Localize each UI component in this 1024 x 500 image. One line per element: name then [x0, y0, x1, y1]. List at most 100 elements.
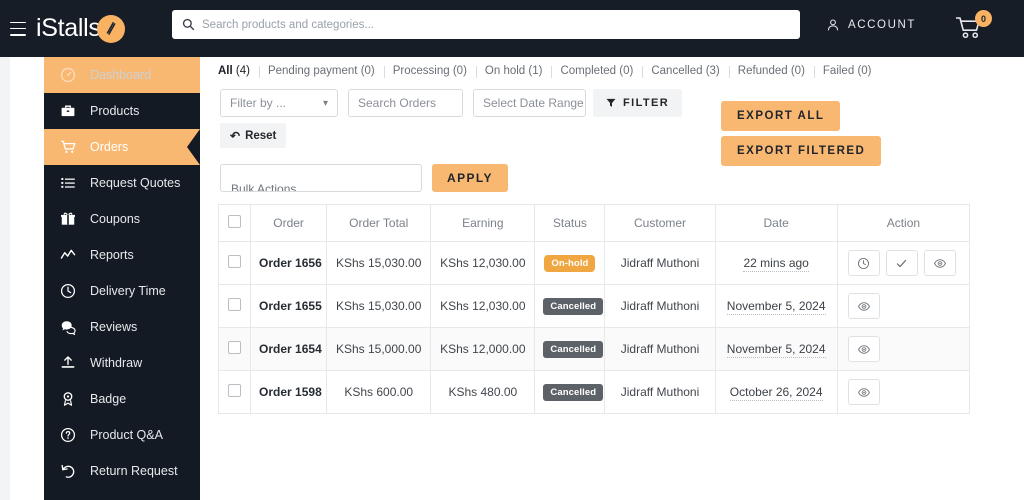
brand-name: iStalls: [36, 14, 101, 42]
tab-all[interactable]: All (4): [218, 65, 259, 77]
cell-customer: Jidraff Muthoni: [604, 241, 716, 285]
tab-count: (4): [235, 65, 250, 77]
tab-completed[interactable]: Completed (0): [551, 65, 642, 78]
column-order[interactable]: Order: [250, 204, 328, 242]
left-rail-gap: [10, 57, 44, 500]
tab-label: Refunded: [737, 65, 788, 77]
column-earning[interactable]: Earning: [430, 204, 536, 242]
sidebar-item-withdraw[interactable]: Withdraw: [44, 345, 200, 381]
search-input[interactable]: [202, 18, 790, 31]
check-icon-button[interactable]: [885, 250, 918, 276]
table-row[interactable]: Order 1598 KShs 600.00 KShs 480.00 Cance…: [217, 370, 971, 414]
cell-actions: [836, 370, 971, 414]
account-button[interactable]: ACCOUNT: [826, 18, 916, 32]
date-link[interactable]: November 5, 2024: [726, 342, 826, 358]
cell-customer: Jidraff Muthoni: [604, 370, 716, 414]
cell-status: Cancelled: [534, 370, 606, 414]
brand-logo[interactable]: iStalls: [36, 14, 125, 43]
column-action: Action: [836, 204, 971, 242]
eye-icon-button[interactable]: [923, 250, 956, 276]
cell-date: November 5, 2024: [714, 327, 838, 371]
sidebar-item-label: Dashboard: [90, 68, 152, 82]
cell-actions: [836, 241, 971, 285]
cell-order[interactable]: Order 1598: [250, 370, 328, 414]
reset-button-label: Reset: [245, 129, 277, 142]
date-range-input[interactable]: Select Date Range: [473, 89, 586, 117]
tab-pending-payment[interactable]: Pending payment (0): [258, 65, 384, 78]
bulk-actions-row: Bulk Actions APPLY: [200, 148, 1024, 192]
date-range-placeholder: Select Date Range: [483, 96, 584, 110]
status-badge: On-hold: [544, 254, 596, 272]
date-link[interactable]: 22 mins ago: [743, 256, 809, 272]
bulk-actions-select[interactable]: Bulk Actions: [220, 164, 422, 192]
cell-earning: KShs 12,000.00: [430, 327, 536, 371]
tab-on-hold[interactable]: On hold (1): [475, 65, 552, 78]
table-row[interactable]: Order 1655 KShs 15,030.00 KShs 12,030.00…: [217, 284, 971, 328]
filter-button[interactable]: FILTER: [593, 89, 683, 117]
search-order-input[interactable]: Search Orders: [348, 89, 463, 117]
hamburger-icon[interactable]: [10, 21, 26, 36]
sidebar-item-orders[interactable]: Orders: [44, 129, 200, 165]
orders-table: Order Order Total Earning Status Custome…: [217, 204, 971, 414]
row-select-cell: [217, 241, 252, 285]
reset-button[interactable]: ↶ Reset: [220, 123, 287, 148]
sidebar-item-label: Request Quotes: [90, 176, 181, 190]
filter-by-select[interactable]: Filter by ... ▾: [220, 89, 338, 117]
cell-order[interactable]: Order 1654: [250, 327, 328, 371]
tab-processing[interactable]: Processing (0): [383, 65, 476, 78]
cell-order-total: KShs 600.00: [326, 370, 432, 414]
column-customer[interactable]: Customer: [604, 204, 716, 242]
cell-order[interactable]: Order 1656: [250, 241, 328, 285]
column-date[interactable]: Date: [714, 204, 838, 242]
sidebar-item-delivery-time[interactable]: Delivery Time: [44, 273, 200, 309]
tab-label: Completed: [560, 65, 617, 77]
row-checkbox[interactable]: [228, 298, 242, 311]
cell-order[interactable]: Order 1655: [250, 284, 328, 328]
filter-button-label: FILTER: [623, 97, 670, 109]
global-search[interactable]: [172, 10, 800, 39]
search-order-placeholder: Search Orders: [358, 96, 437, 110]
cell-date: October 26, 2024: [714, 370, 838, 414]
sidebar-item-product-qa[interactable]: Product Q&A: [44, 417, 200, 453]
cell-earning: KShs 12,030.00: [430, 284, 536, 328]
date-link[interactable]: October 26, 2024: [729, 385, 823, 401]
eye-icon-button[interactable]: [847, 336, 880, 362]
upload-icon: [58, 354, 78, 372]
eye-icon-button[interactable]: [847, 379, 880, 405]
table-row[interactable]: Order 1656 KShs 15,030.00 KShs 12,030.00…: [217, 241, 971, 285]
cell-earning: KShs 12,030.00: [430, 241, 536, 285]
column-order-total[interactable]: Order Total: [326, 204, 432, 242]
row-checkbox[interactable]: [228, 255, 242, 268]
sidebar-item-badge[interactable]: Badge: [44, 381, 200, 417]
sidebar-item-label: Withdraw: [90, 356, 143, 370]
gift-icon: [58, 210, 78, 228]
apply-button[interactable]: APPLY: [432, 164, 508, 192]
row-checkbox[interactable]: [228, 384, 242, 397]
select-all-checkbox[interactable]: [228, 215, 242, 228]
date-link[interactable]: November 5, 2024: [726, 299, 826, 315]
sidebar-item-reviews[interactable]: Reviews: [44, 309, 200, 345]
sidebar-item-dashboard[interactable]: Dashboard: [44, 57, 200, 93]
export-filtered-button[interactable]: EXPORT FILTERED: [721, 136, 882, 166]
tab-failed[interactable]: Failed (0): [813, 65, 881, 78]
clock-icon-button[interactable]: [847, 250, 880, 276]
sidebar-item-reports[interactable]: Reports: [44, 237, 200, 273]
cart-count-badge: 0: [975, 10, 992, 27]
sidebar-item-label: Products: [90, 104, 140, 118]
column-status[interactable]: Status: [534, 204, 606, 242]
sidebar-item-products[interactable]: Products: [44, 93, 200, 129]
tab-refunded[interactable]: Refunded (0): [728, 65, 814, 78]
undo-icon: [58, 462, 78, 480]
eye-icon-button[interactable]: [847, 293, 880, 319]
table-row[interactable]: Order 1654 KShs 15,000.00 KShs 12,000.00…: [217, 327, 971, 371]
sidebar-item-return-request[interactable]: Return Request: [44, 453, 200, 489]
export-all-button[interactable]: EXPORT ALL: [721, 101, 841, 131]
row-checkbox[interactable]: [228, 341, 242, 354]
cell-actions: [836, 284, 971, 328]
briefcase-icon: [58, 102, 78, 120]
filter-by-label: Filter by ...: [230, 96, 287, 110]
sidebar-item-coupons[interactable]: Coupons: [44, 201, 200, 237]
tab-cancelled[interactable]: Cancelled (3): [642, 65, 728, 78]
sidebar-item-request-quotes[interactable]: Request Quotes: [44, 165, 200, 201]
cart-button[interactable]: 0: [954, 10, 992, 45]
